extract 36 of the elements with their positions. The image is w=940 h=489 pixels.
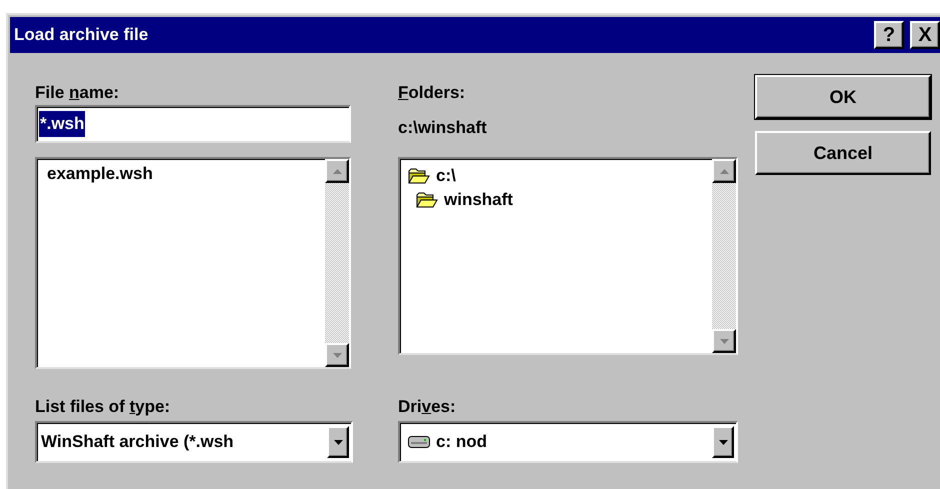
field-label: List files of type: <box>35 396 170 418</box>
field-label: Folders: <box>398 82 466 104</box>
window-title: Load archive file <box>14 24 150 46</box>
down-arrow-icon <box>334 440 342 444</box>
dropdown-button[interactable] <box>327 426 349 458</box>
down-arrow-icon <box>720 338 728 344</box>
down-arrow-icon <box>332 352 342 358</box>
open-folder-icon <box>408 168 430 184</box>
down-arrow-icon <box>718 440 728 444</box>
scroll-down-button[interactable] <box>325 343 349 367</box>
scroll-up-button[interactable] <box>325 159 349 183</box>
hard-drive-icon <box>408 436 430 448</box>
drives-dropdown[interactable]: c: nod <box>398 421 738 463</box>
dropdown-button[interactable] <box>712 426 734 458</box>
folder-item[interactable]: c:\ <box>434 165 458 187</box>
up-arrow-icon <box>720 168 728 174</box>
folder-list[interactable]: c:\ winshaft <box>398 157 738 355</box>
file-type-dropdown[interactable]: WinShaft archive (*.wsh <box>35 421 353 463</box>
folder-path: c:\winshaft <box>398 117 487 139</box>
combo-value: WinShaft archive (*.wsh <box>41 431 235 454</box>
up-arrow-icon <box>332 168 342 174</box>
file-name-field[interactable]: *.wsh <box>35 105 351 143</box>
close-button[interactable]: X <box>910 21 940 49</box>
folder-item[interactable]: winshaft <box>442 189 515 211</box>
scroll-up-button[interactable] <box>712 159 736 183</box>
field-label: File name: <box>35 82 120 104</box>
field-value: *.wsh <box>39 111 86 137</box>
cancel-button[interactable]: Cancel <box>755 131 931 175</box>
field-label: Drives: <box>398 396 456 418</box>
file-item[interactable]: example.wsh <box>45 163 325 185</box>
open-folder-icon <box>416 192 438 208</box>
scroll-down-button[interactable] <box>712 329 736 353</box>
ok-button[interactable]: OK <box>755 75 931 119</box>
file-list[interactable]: example.wsh <box>35 157 351 369</box>
combo-value: c: nod <box>436 431 488 454</box>
help-button[interactable]: ? <box>874 21 904 49</box>
